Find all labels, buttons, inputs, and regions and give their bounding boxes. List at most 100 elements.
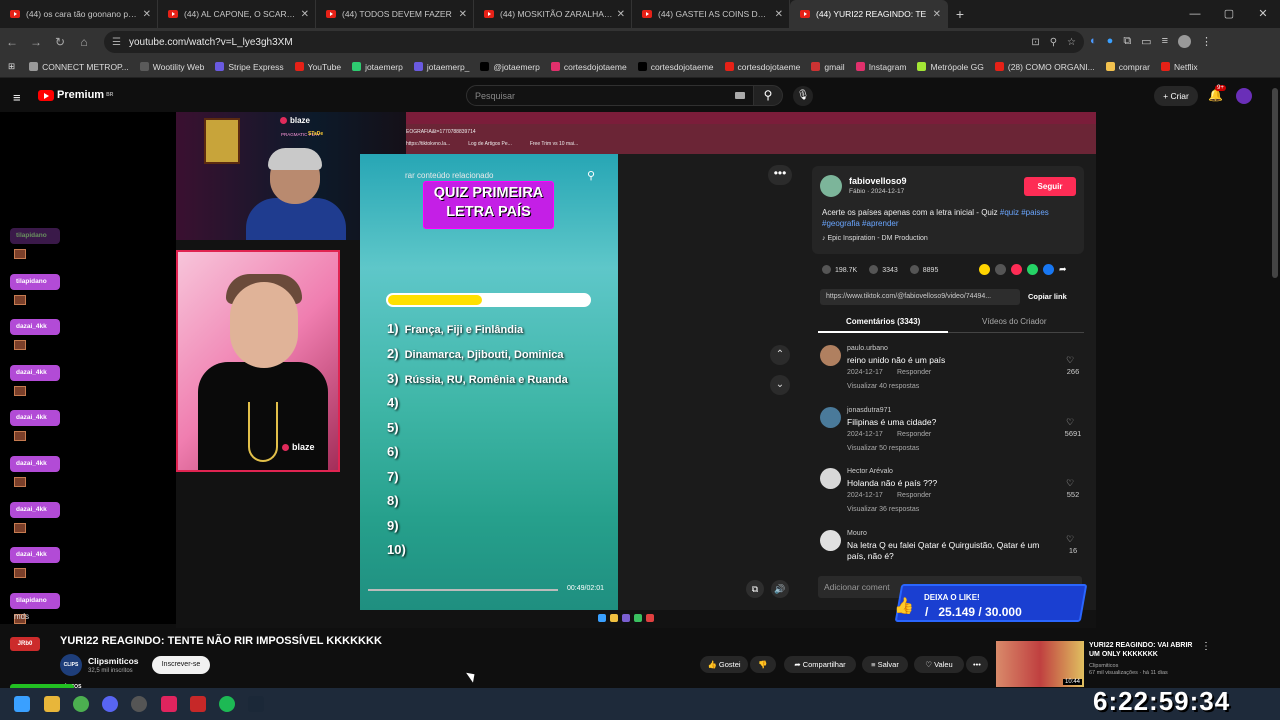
- save-button[interactable]: ≡ Salvar: [862, 656, 908, 673]
- channel-avatar[interactable]: CLIPS MÍTICOS: [60, 654, 82, 690]
- dislike-button[interactable]: 👎: [750, 656, 776, 673]
- forward-icon[interactable]: →: [24, 35, 48, 49]
- commenter-avatar[interactable]: [820, 345, 841, 366]
- apps-icon[interactable]: ⊞: [8, 61, 15, 72]
- browser-tab[interactable]: (44) AL CAPONE, O SCARFACE | ✕: [158, 0, 316, 28]
- thanks-button[interactable]: ♡ Valeu: [914, 656, 964, 673]
- share-icon[interactable]: [1011, 264, 1022, 275]
- bookmark[interactable]: Metrópole GG: [917, 62, 984, 72]
- browser-tab[interactable]: (44) TODOS DEVEM FAZER ✕: [316, 0, 474, 28]
- volume-icon[interactable]: 🔊: [771, 580, 789, 598]
- chrome-icon[interactable]: [73, 696, 89, 712]
- whatsapp-icon[interactable]: [1027, 264, 1038, 275]
- bookmark[interactable]: cortesdojotaeme: [637, 62, 714, 72]
- discord-icon[interactable]: [102, 696, 118, 712]
- author-avatar[interactable]: [820, 175, 842, 197]
- mic-icon[interactable]: 🎙: [793, 86, 813, 106]
- search-button[interactable]: ⚲: [753, 85, 783, 106]
- hashtag[interactable]: #paises: [1021, 208, 1049, 217]
- sidepanel-icon[interactable]: ▭: [1141, 35, 1151, 48]
- bookmark[interactable]: cortesdojotaeme: [724, 62, 800, 72]
- heart-icon[interactable]: ♡: [1066, 534, 1074, 545]
- notifications-bell-icon[interactable]: 🔔 9+: [1208, 85, 1226, 102]
- bookmark[interactable]: gmail: [811, 62, 845, 72]
- comment-user[interactable]: Mouro: [847, 530, 867, 537]
- music-line[interactable]: ♪ Epic Inspiration - DM Production: [822, 235, 928, 242]
- facebook-icon[interactable]: [1043, 264, 1054, 275]
- more-options-icon[interactable]: •••: [768, 165, 792, 185]
- reply-link[interactable]: Responder: [897, 431, 931, 438]
- app-icon[interactable]: [131, 696, 147, 712]
- close-tab-icon[interactable]: ✕: [143, 9, 151, 20]
- reload-icon[interactable]: ↻: [48, 35, 72, 49]
- chevron-down-icon[interactable]: ⌄: [770, 375, 790, 395]
- reply-link[interactable]: Responder: [897, 492, 931, 499]
- file-explorer-icon[interactable]: [44, 696, 60, 712]
- tab-creator-videos[interactable]: Vídeos do Criador: [982, 317, 1046, 326]
- copy-link-button[interactable]: Copiar link: [1028, 292, 1067, 301]
- page-scrollbar[interactable]: [1272, 88, 1278, 278]
- view-replies[interactable]: Visualizar 40 respostas: [847, 383, 919, 390]
- close-tab-icon[interactable]: ✕: [775, 9, 783, 20]
- maximize-icon[interactable]: ▢: [1212, 0, 1246, 28]
- bookmark[interactable]: (28) COMO ORGANI...: [994, 62, 1095, 72]
- like-button[interactable]: 👍 Gostei: [700, 656, 748, 673]
- media-icon[interactable]: ≡: [1162, 35, 1168, 48]
- pip-icon[interactable]: ⧉: [746, 580, 764, 598]
- spotify-icon[interactable]: [219, 696, 235, 712]
- share-arrow-icon[interactable]: ➦: [1059, 264, 1070, 275]
- view-replies[interactable]: Visualizar 36 respostas: [847, 506, 919, 513]
- browser-tab[interactable]: (44) YURI22 REAGINDO: TE ✕: [790, 0, 948, 28]
- steam-icon[interactable]: [248, 696, 264, 712]
- search-input[interactable]: Pesquisar: [466, 85, 754, 106]
- youtube-logo[interactable]: Premium BR: [38, 89, 113, 101]
- url-bar[interactable]: ☰ youtube.com/watch?v=L_lye3gh3XM ⊡ ⚲ ☆: [104, 31, 1084, 53]
- tiktok-search[interactable]: rar conteúdo relacionado: [405, 171, 494, 180]
- bookmark[interactable]: jotaemerp_: [413, 62, 469, 72]
- browser-tab[interactable]: (44) os cara tão goonano pra re ✕: [0, 0, 158, 28]
- home-icon[interactable]: ⌂: [72, 35, 96, 49]
- save-stat[interactable]: 8895: [909, 265, 938, 274]
- follow-button[interactable]: Seguir: [1024, 177, 1076, 196]
- heart-icon[interactable]: ♡: [1066, 478, 1074, 489]
- back-icon[interactable]: ←: [0, 35, 24, 49]
- share-button[interactable]: ➦ Compartilhar: [784, 656, 856, 673]
- extension-icon[interactable]: ●: [1107, 35, 1114, 48]
- profile-avatar[interactable]: [1178, 35, 1191, 48]
- heart-icon[interactable]: ♡: [1066, 417, 1074, 428]
- menu-icon[interactable]: ⋮: [1201, 35, 1212, 48]
- extensions-puzzle-icon[interactable]: ⧉: [1123, 35, 1131, 48]
- channel-name[interactable]: Clipsmiticos: [88, 656, 139, 666]
- bookmark[interactable]: Wootility Web: [139, 62, 204, 72]
- share-icon[interactable]: [979, 264, 990, 275]
- close-tab-icon[interactable]: ✕: [617, 9, 625, 20]
- more-actions-button[interactable]: •••: [966, 656, 988, 673]
- bookmark-star-icon[interactable]: ☆: [1067, 37, 1076, 48]
- chevron-up-icon[interactable]: ⌃: [770, 345, 790, 365]
- browser-tab[interactable]: (44) GASTEI AS COINS DO BAN ✕: [632, 0, 790, 28]
- menu-hamburger-icon[interactable]: ≡: [13, 90, 21, 105]
- keyboard-icon[interactable]: [735, 92, 745, 99]
- hashtag[interactable]: #quiz: [1000, 208, 1019, 217]
- bookmark[interactable]: comprar: [1105, 62, 1150, 72]
- install-icon[interactable]: ⊡: [1031, 37, 1039, 48]
- app-icon[interactable]: [190, 696, 206, 712]
- close-tab-icon[interactable]: ✕: [301, 9, 309, 20]
- commenter-avatar[interactable]: [820, 407, 841, 428]
- tiktok-seekbar[interactable]: [368, 589, 558, 591]
- hashtag[interactable]: #geografia: [822, 219, 860, 228]
- heart-icon[interactable]: ♡: [1066, 355, 1074, 366]
- like-stat[interactable]: 198.7K: [822, 265, 857, 274]
- browser-tab[interactable]: (44) MOSKITÃO ZARALHANDO ✕: [474, 0, 632, 28]
- hashtag[interactable]: #aprender: [862, 219, 898, 228]
- video-link[interactable]: https://www.tiktok.com/@fabiovelloso9/vi…: [820, 289, 1020, 305]
- new-tab-icon[interactable]: +: [948, 6, 972, 22]
- comment-user[interactable]: paulo.urbano: [847, 345, 888, 352]
- bookmark[interactable]: jotaemerp: [352, 62, 403, 72]
- search-icon[interactable]: ⚲: [587, 169, 595, 182]
- recommended-menu-icon[interactable]: ⋮: [1201, 641, 1211, 652]
- close-tab-icon[interactable]: ✕: [459, 9, 467, 20]
- close-tab-icon[interactable]: ✕: [933, 9, 941, 20]
- app-icon[interactable]: [161, 696, 177, 712]
- start-icon[interactable]: [14, 696, 30, 712]
